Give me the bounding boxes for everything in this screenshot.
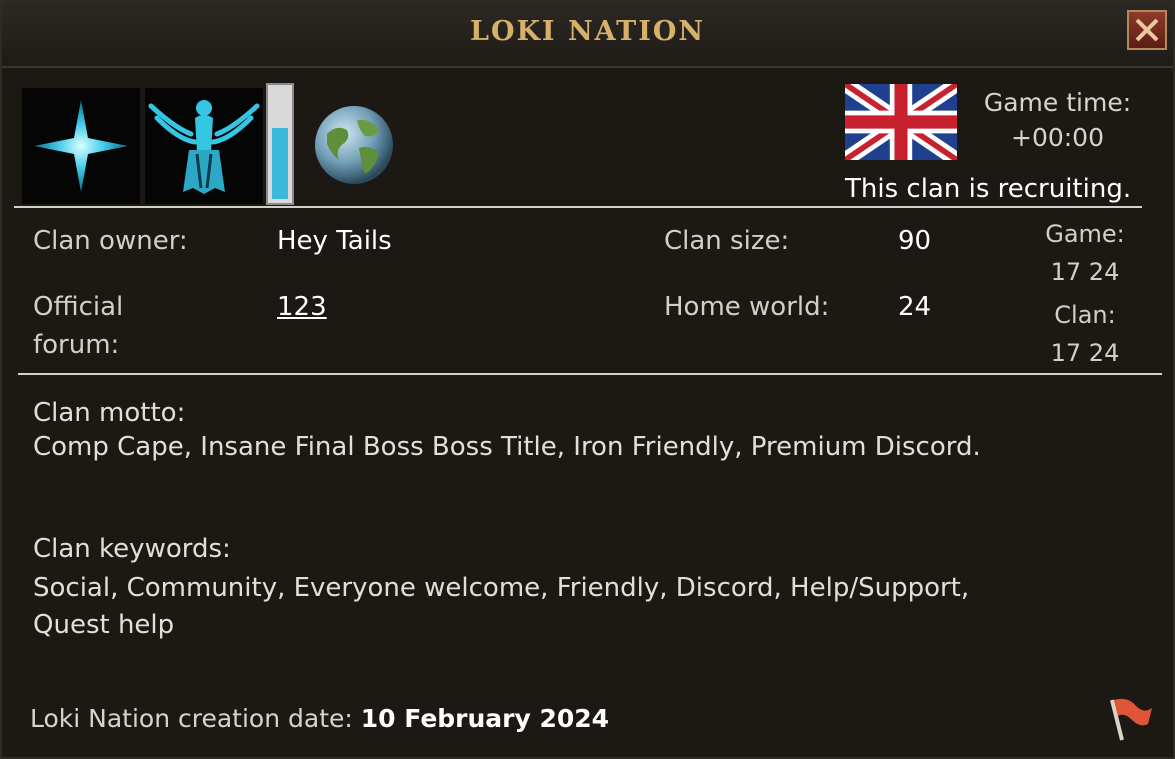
keywords-line2: Quest help (33, 610, 175, 640)
game-version-label: Game: (1045, 220, 1125, 248)
forum-link[interactable]: 123 (277, 292, 327, 322)
clan-size-value: 90 (898, 226, 932, 256)
creation-prefix: Loki Nation creation date: (30, 704, 361, 733)
close-button[interactable] (1127, 10, 1167, 50)
globe-icon (315, 106, 393, 184)
clan-info-window: LOKI NATION Game time: +00:00 This clan … (0, 0, 1175, 759)
header-divider (14, 206, 1142, 208)
united-kingdom-flag-icon (845, 84, 957, 160)
clan-version-value: 17 24 (1050, 339, 1120, 367)
clan-progress-meter (266, 83, 294, 205)
forum-label-line1: Official (33, 292, 124, 322)
report-flag-icon[interactable] (1102, 694, 1154, 744)
title-bar: LOKI NATION (2, 2, 1173, 68)
creation-date-value: 10 February 2024 (360, 704, 610, 733)
motto-label: Clan motto: (33, 398, 186, 428)
home-world-label: Home world: (664, 292, 830, 322)
meter-fill (272, 127, 288, 199)
keywords-line1: Social, Community, Everyone welcome, Fri… (33, 573, 970, 603)
info-divider (18, 373, 1162, 375)
window-title: LOKI NATION (469, 16, 706, 47)
game-time-value: +00:00 (1011, 123, 1104, 152)
close-icon (1135, 18, 1159, 42)
keywords-label: Clan keywords: (33, 534, 231, 564)
clan-size-label: Clan size: (664, 226, 790, 256)
motto-text: Comp Cape, Insane Final Boss Boss Title,… (33, 432, 981, 462)
game-time-label: Game time: (983, 88, 1132, 117)
owner-label: Clan owner: (33, 226, 188, 256)
clan-phoenix-emblem-icon (145, 88, 263, 204)
game-version-value: 17 24 (1050, 258, 1120, 286)
creation-date: Loki Nation creation date: 10 February 2… (30, 704, 609, 733)
recruiting-status: This clan is recruiting. (845, 174, 1132, 204)
clan-version-label: Clan: (1054, 301, 1116, 329)
forum-label-line2: forum: (33, 330, 120, 360)
home-world-value: 24 (898, 292, 932, 322)
clan-star-emblem-icon (22, 88, 140, 204)
owner-value: Hey Tails (277, 226, 392, 256)
